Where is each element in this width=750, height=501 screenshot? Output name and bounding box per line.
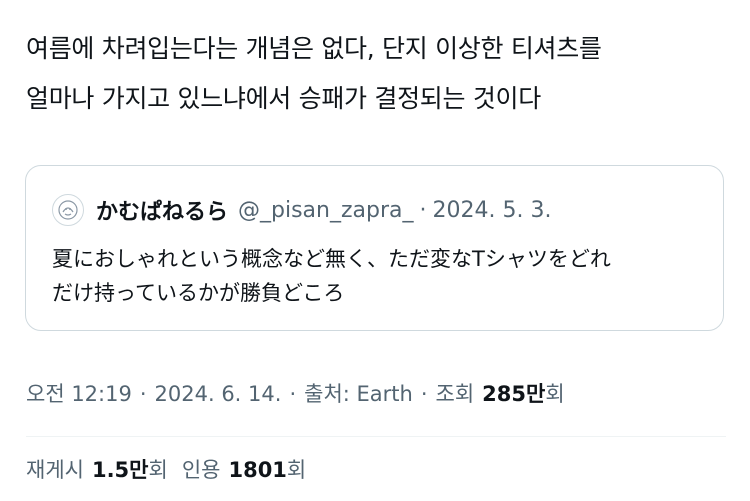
- tweet-time[interactable]: 오전 12:19: [26, 378, 132, 408]
- tweet-date[interactable]: 2024. 6. 14.: [155, 382, 282, 406]
- quoted-text-line: だけ持っているかが勝負どころ: [52, 281, 345, 305]
- avatar[interactable]: [52, 194, 84, 226]
- reposts-label: 재게시: [26, 458, 84, 482]
- reposts-stat[interactable]: 재게시 1.5만 회: [26, 454, 168, 484]
- divider: [26, 436, 726, 437]
- views-suffix: 회: [545, 382, 565, 406]
- tweet-text-line: 얼마나 가지고 있느냐에서 승패가 결정되는 것이다: [26, 84, 541, 113]
- views-count: 285만: [482, 382, 546, 406]
- quotes-suffix: 회: [286, 458, 307, 482]
- tweet-text: 여름에 차려입는다는 개념은 없다, 단지 이상한 티셔츠를 얼마나 가지고 있…: [26, 24, 726, 124]
- quoted-tweet-text: 夏におしゃれという概念など無く、ただ変なTシャツをどれ だけ持っているかが勝負ど…: [52, 242, 712, 310]
- quoted-handle[interactable]: @_pisan_zapra_: [238, 198, 413, 223]
- quotes-label: 인용: [181, 458, 221, 482]
- quoted-display-name[interactable]: かむぱねるら: [96, 194, 228, 226]
- views-label: 조회: [435, 382, 475, 406]
- reposts-count: 1.5만: [91, 458, 149, 482]
- tweet-source[interactable]: 출처: Earth: [304, 378, 413, 408]
- avatar-sketch-icon: [58, 200, 78, 220]
- quotes-stat[interactable]: 인용 1801 회: [182, 454, 306, 484]
- separator-dot: ·: [289, 382, 297, 406]
- tweet-text-line: 여름에 차려입는다는 개념은 없다, 단지 이상한 티셔츠를: [26, 34, 602, 63]
- quoted-tweet-header: かむぱねるら @_pisan_zapra_ · 2024. 5. 3.: [52, 194, 551, 226]
- quoted-date[interactable]: 2024. 5. 3.: [433, 198, 552, 223]
- tweet-meta: 오전 12:19 · 2024. 6. 14. · 출처: Earth · 조회…: [26, 378, 565, 408]
- quoted-tweet-card[interactable]: かむぱねるら @_pisan_zapra_ · 2024. 5. 3. 夏におし…: [25, 165, 724, 331]
- quotes-count: 1801: [228, 458, 287, 482]
- separator-dot: ·: [139, 382, 147, 406]
- reposts-suffix: 회: [148, 458, 168, 482]
- quoted-text-line: 夏におしゃれという概念など無く、ただ変なTシャツをどれ: [52, 247, 611, 271]
- separator-dot: ·: [419, 197, 427, 223]
- tweet-stats: 재게시 1.5만 회 인용 1801 회: [26, 454, 306, 484]
- separator-dot: ·: [420, 382, 428, 406]
